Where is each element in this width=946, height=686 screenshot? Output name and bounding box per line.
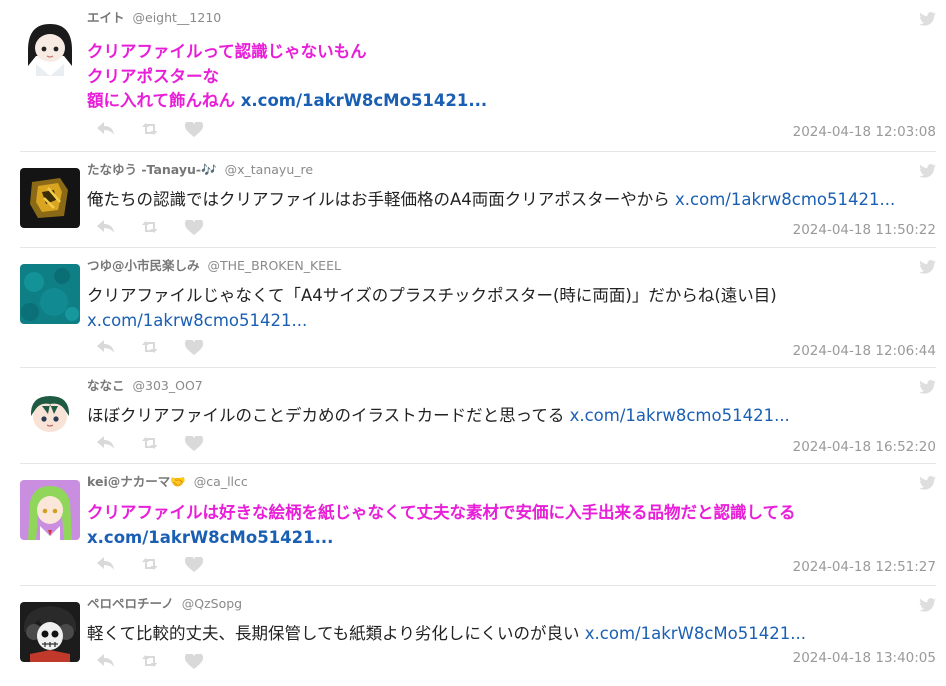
reply-icon[interactable]	[97, 220, 115, 234]
avatar-anime-girl-icon	[20, 16, 80, 76]
like-icon[interactable]	[185, 220, 203, 235]
reply-icon[interactable]	[97, 436, 115, 450]
tweet-text-line: クリアポスターな	[87, 66, 219, 86]
tweet-text-line: 軽くて比較的丈夫、長期保管しても紙類より劣化しにくいのが良い	[87, 624, 585, 643]
reply-icon[interactable]	[97, 340, 115, 354]
like-icon[interactable]	[185, 557, 203, 572]
twitter-bird-icon[interactable]	[919, 164, 936, 178]
tweet-text-line: 額に入れて飾んねん	[87, 91, 241, 110]
like-icon[interactable]	[185, 340, 203, 355]
reply-icon[interactable]	[97, 122, 115, 136]
avatar[interactable]	[20, 16, 80, 76]
tweet-link[interactable]: x.com/1akrW8cMo51421...	[241, 91, 487, 110]
avatar-skull-character-icon	[20, 602, 80, 662]
tweet-timestamp[interactable]: 2024-04-18 12:51:27	[793, 559, 936, 575]
tweet-text: 軽くて比較的丈夫、長期保管しても紙類より劣化しにくいのが良い x.com/1ak…	[87, 622, 926, 647]
tweet-text: クリアファイルって認識じゃないもん クリアポスターな 額に入れて飾んねん x.c…	[87, 40, 926, 114]
user-handle[interactable]: @ca_llcc	[194, 474, 248, 489]
display-name[interactable]: エイト	[87, 10, 125, 25]
tweet-card: つゆ@小市民楽しみ @THE_BROKEN_KEEL クリアファイルじゃなくて「…	[20, 248, 936, 368]
twitter-bird-icon[interactable]	[919, 476, 936, 490]
user-handle[interactable]: @x_tanayu_re	[225, 162, 313, 177]
retweet-icon[interactable]	[142, 122, 160, 136]
tweet-actions	[97, 557, 207, 575]
tweet-card: kei@ナカーマ🤝 @ca_llcc クリアファイルは好きな絵柄を紙じゃなくて丈…	[20, 464, 936, 586]
tweet-text: ほぼクリアファイルのことデカめのイラストカードだと思ってる x.com/1akr…	[87, 404, 926, 429]
twitter-bird-icon[interactable]	[919, 598, 936, 612]
retweet-icon[interactable]	[142, 340, 160, 354]
tweet-card: ななこ @303_OO7 ほぼクリアファイルのことデカめのイラストカードだと思っ…	[20, 368, 936, 464]
tweet-text-line: 俺たちの認識ではクリアファイルはお手軽価格のA4両面クリアポスターやから	[87, 190, 676, 209]
avatar[interactable]	[20, 384, 80, 444]
tweet-link[interactable]: x.com/1akrw8cmo51421...	[87, 311, 307, 330]
display-name[interactable]: ななこ	[87, 378, 125, 393]
twitter-bird-icon[interactable]	[919, 260, 936, 274]
tweet-timestamp[interactable]: 2024-04-18 13:40:05	[793, 650, 936, 666]
like-icon[interactable]	[185, 436, 203, 451]
tweet-actions	[97, 436, 207, 454]
tweet-actions	[97, 122, 207, 140]
tweet-text: 俺たちの認識ではクリアファイルはお手軽価格のA4両面クリアポスターやから x.c…	[87, 188, 926, 213]
tweet-actions	[97, 654, 207, 672]
display-name[interactable]: つゆ@小市民楽しみ	[87, 258, 200, 273]
tweet-timestamp[interactable]: 2024-04-18 12:06:44	[793, 343, 936, 359]
avatar-teal-texture-icon	[20, 264, 80, 324]
tweet-actions	[97, 340, 207, 358]
retweet-icon[interactable]	[142, 436, 160, 450]
tweet-link[interactable]: x.com/1akrW8cMo51421...	[87, 528, 333, 547]
tweet-text: クリアファイルは好きな絵柄を紙じゃなくて丈夫な素材で安価に入手出来る品物だと認識…	[87, 501, 926, 550]
twitter-bird-icon[interactable]	[919, 380, 936, 394]
avatar[interactable]	[20, 602, 80, 662]
tweet-link[interactable]: x.com/1akrw8cmo51421...	[675, 190, 895, 209]
display-name[interactable]: kei@ナカーマ🤝	[87, 474, 186, 489]
user-handle[interactable]: @303_OO7	[133, 378, 203, 393]
user-handle[interactable]: @THE_BROKEN_KEEL	[208, 258, 341, 273]
tweet-card: たなゆう -Tanayu-🎶 @x_tanayu_re 俺たちの認識ではクリアフ…	[20, 152, 936, 248]
avatar[interactable]	[20, 480, 80, 540]
tweet-text-line: クリアファイルは好きな絵柄を紙じゃなくて丈夫な素材で安価に入手出来る品物だと認識…	[87, 503, 796, 522]
twitter-bird-icon[interactable]	[919, 12, 936, 26]
tweet-card: ペロペロチーノ @QzSopg 軽くて比較的丈夫、長期保管しても紙類より劣化しに…	[20, 586, 936, 684]
tweet-timestamp[interactable]: 2024-04-18 12:03:08	[793, 124, 936, 140]
tweet-link[interactable]: x.com/1akrw8cmo51421...	[570, 406, 790, 425]
user-handle[interactable]: @QzSopg	[182, 596, 242, 611]
retweet-icon[interactable]	[142, 220, 160, 234]
avatar[interactable]	[20, 264, 80, 324]
like-icon[interactable]	[185, 654, 203, 669]
tweet-feed: エイト @eight__1210 クリアファイルって認識じゃないもん クリアポス…	[0, 0, 946, 684]
retweet-icon[interactable]	[142, 654, 160, 668]
tweet-actions	[97, 220, 207, 238]
avatar-gold-emblem-icon	[20, 168, 80, 228]
tweet-text: クリアファイルじゃなくて「A4サイズのプラスチックポスター(時に両面)」だからね…	[87, 284, 926, 333]
tweet-timestamp[interactable]: 2024-04-18 11:50:22	[793, 222, 936, 238]
avatar-chibi-character-icon	[20, 384, 80, 444]
like-icon[interactable]	[185, 122, 203, 137]
display-name[interactable]: たなゆう -Tanayu-🎶	[87, 162, 217, 177]
tweet-timestamp[interactable]: 2024-04-18 16:52:20	[793, 439, 936, 455]
tweet-link[interactable]: x.com/1akrW8cMo51421...	[585, 624, 806, 643]
user-handle[interactable]: @eight__1210	[133, 10, 222, 25]
tweet-text-line: クリアファイルって認識じゃないもん	[87, 42, 367, 61]
retweet-icon[interactable]	[142, 557, 160, 571]
avatar-green-hair-girl-icon	[20, 480, 80, 540]
tweet-card: エイト @eight__1210 クリアファイルって認識じゃないもん クリアポス…	[20, 0, 936, 152]
tweet-text-line: ほぼクリアファイルのことデカめのイラストカードだと思ってる	[87, 406, 570, 425]
reply-icon[interactable]	[97, 654, 115, 668]
reply-icon[interactable]	[97, 557, 115, 571]
avatar[interactable]	[20, 168, 80, 228]
display-name[interactable]: ペロペロチーノ	[87, 596, 174, 611]
tweet-text-line: クリアファイルじゃなくて「A4サイズのプラスチックポスター(時に両面)」だからね…	[87, 286, 777, 305]
